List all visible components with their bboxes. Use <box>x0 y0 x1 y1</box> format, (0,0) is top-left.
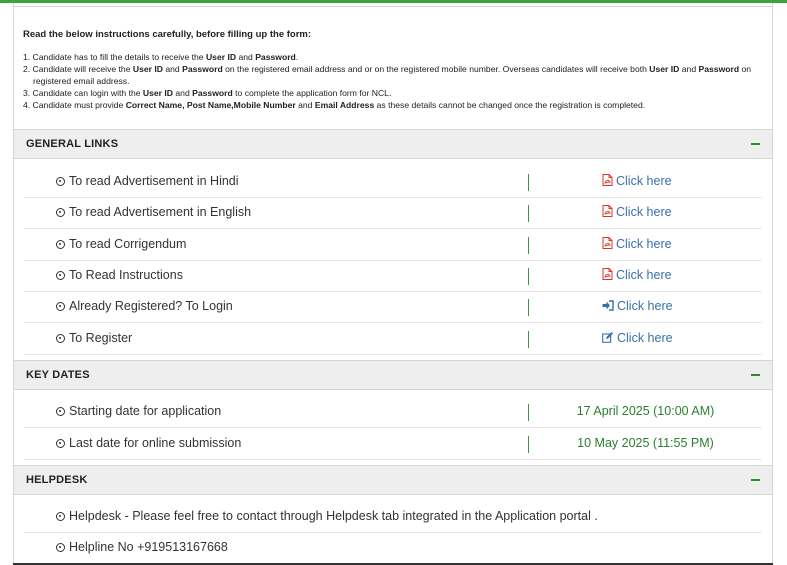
circle-dot-icon <box>56 271 65 280</box>
click-here-link[interactable]: Click here <box>602 268 672 283</box>
instructions-title: Read the below instructions carefully, b… <box>23 29 312 40</box>
collapse-minus-icon[interactable] <box>751 143 760 145</box>
link-text[interactable]: Click here <box>616 237 672 251</box>
instruction-text: and <box>173 88 193 98</box>
link-text[interactable]: Click here <box>616 268 672 282</box>
helpdesk-header[interactable]: HELPDESK <box>13 465 773 495</box>
link-text[interactable]: Click here <box>616 205 672 219</box>
date-value: 17 April 2025 (10:00 AM) <box>576 404 715 418</box>
instruction-bold-text: Correct Name, Post Name,Mobile Number <box>125 100 296 110</box>
click-here-link[interactable]: Click here <box>602 174 672 189</box>
instruction-text: 2. Candidate will receive the <box>23 64 133 74</box>
instruction-bold-text: Password <box>255 52 296 62</box>
key-dates-header[interactable]: KEY DATES <box>13 360 773 390</box>
instruction-text: on the registered email address and or o… <box>222 64 650 74</box>
row-label: To Read Instructions <box>69 268 183 282</box>
instruction-text: as these details cannot be changed once … <box>374 100 646 110</box>
circle-dot-icon <box>56 334 65 343</box>
instruction-bold-text: User ID <box>649 64 680 74</box>
circle-dot-icon <box>56 240 65 249</box>
row-label: Last date for online submission <box>69 436 242 450</box>
circle-dot-icon <box>56 543 65 552</box>
click-here-link[interactable]: Click here <box>602 237 672 252</box>
list-item: To Read Instructions Click here <box>24 260 762 292</box>
date-value: 10 May 2025 (11:55 PM) <box>577 436 714 450</box>
link-text[interactable]: Click here <box>616 174 672 188</box>
pdf-icon <box>602 205 613 220</box>
row-label: To Register <box>69 331 133 345</box>
instruction-text: 1. Candidate has to fill the details to … <box>23 52 206 62</box>
top-divider <box>13 6 773 7</box>
column-separator <box>528 268 529 285</box>
list-item: Already Registered? To Login Click here <box>24 291 762 323</box>
collapse-minus-icon[interactable] <box>751 479 760 481</box>
list-item: To read Advertisement in English Click he… <box>24 197 762 229</box>
edit-icon <box>602 332 614 346</box>
key-dates-title: KEY DATES <box>26 369 90 381</box>
click-here-link[interactable]: Click here <box>602 299 673 314</box>
list-item: Last date for online submission 10 May 20… <box>24 428 762 460</box>
row-label: Already Registered? To Login <box>69 299 233 313</box>
general-links-header[interactable]: GENERAL LINKS <box>13 129 773 159</box>
list-item: To Register Click here <box>24 323 762 355</box>
column-separator <box>528 237 529 254</box>
helpdesk-title: HELPDESK <box>26 474 88 486</box>
instruction-text: and <box>236 52 256 62</box>
list-item: To read Corrigendum Click here <box>24 229 762 261</box>
link-text[interactable]: Click here <box>617 331 673 345</box>
instruction-item: 3. Candidate can login with the User ID … <box>23 87 763 99</box>
general-links-title: GENERAL LINKS <box>26 138 119 150</box>
instruction-bold-text: User ID <box>132 64 163 74</box>
instruction-text: . <box>295 52 299 62</box>
instruction-item: 1. Candidate has to fill the details to … <box>23 51 763 63</box>
sign-in-icon <box>602 300 614 314</box>
column-separator <box>528 331 529 348</box>
instruction-bold-text: User ID <box>142 88 174 98</box>
column-separator <box>528 174 529 191</box>
circle-dot-icon <box>56 208 65 217</box>
collapse-minus-icon[interactable] <box>751 374 760 376</box>
instruction-bold-text: User ID <box>205 52 237 62</box>
list-item: To read Advertisement in Hindi Click here <box>24 166 762 198</box>
circle-dot-icon <box>56 302 65 311</box>
list-item: Helpdesk - Please feel free to contact t… <box>24 501 762 533</box>
click-here-link[interactable]: Click here <box>602 331 673 346</box>
instruction-bold-text: Email Address <box>314 100 375 110</box>
link-text[interactable]: Click here <box>617 299 673 313</box>
instruction-text: 4. Candidate must provide <box>23 100 126 110</box>
instruction-item: 4. Candidate must provide Correct Name, … <box>23 99 763 111</box>
instruction-bold-text: Password <box>182 64 223 74</box>
instruction-bold-text: Password <box>698 64 740 74</box>
row-label: To read Advertisement in Hindi <box>69 174 239 188</box>
instruction-item: 2. Candidate will receive the User ID an… <box>23 63 763 87</box>
row-label: To read Corrigendum <box>69 237 187 251</box>
instruction-bold-text: Password <box>192 88 233 98</box>
instruction-text: to complete the application form for NCL… <box>232 88 392 98</box>
instruction-text: and <box>295 100 315 110</box>
column-separator <box>528 299 529 316</box>
row-label: Starting date for application <box>69 404 222 418</box>
circle-dot-icon <box>56 512 65 521</box>
instruction-text: and <box>679 64 699 74</box>
click-here-link[interactable]: Click here <box>602 205 672 220</box>
circle-dot-icon <box>56 407 65 416</box>
circle-dot-icon <box>56 177 65 186</box>
column-separator <box>528 205 529 222</box>
list-item: Starting date for application 17 April 20… <box>24 396 762 428</box>
instruction-text: and <box>162 64 183 74</box>
row-label: To read Advertisement in English <box>69 205 252 219</box>
instructions-list: 1. Candidate has to fill the details to … <box>23 51 763 111</box>
pdf-icon <box>602 268 613 283</box>
row-label: Helpdesk - Please feel free to contact t… <box>69 509 598 523</box>
row-label: Helpline No +919513167668 <box>69 540 228 554</box>
pdf-icon <box>602 237 613 252</box>
instruction-text: 3. Candidate can login with the <box>23 88 143 98</box>
list-item: Helpline No +919513167668 <box>24 532 762 563</box>
pdf-icon <box>602 174 613 189</box>
circle-dot-icon <box>56 439 65 448</box>
